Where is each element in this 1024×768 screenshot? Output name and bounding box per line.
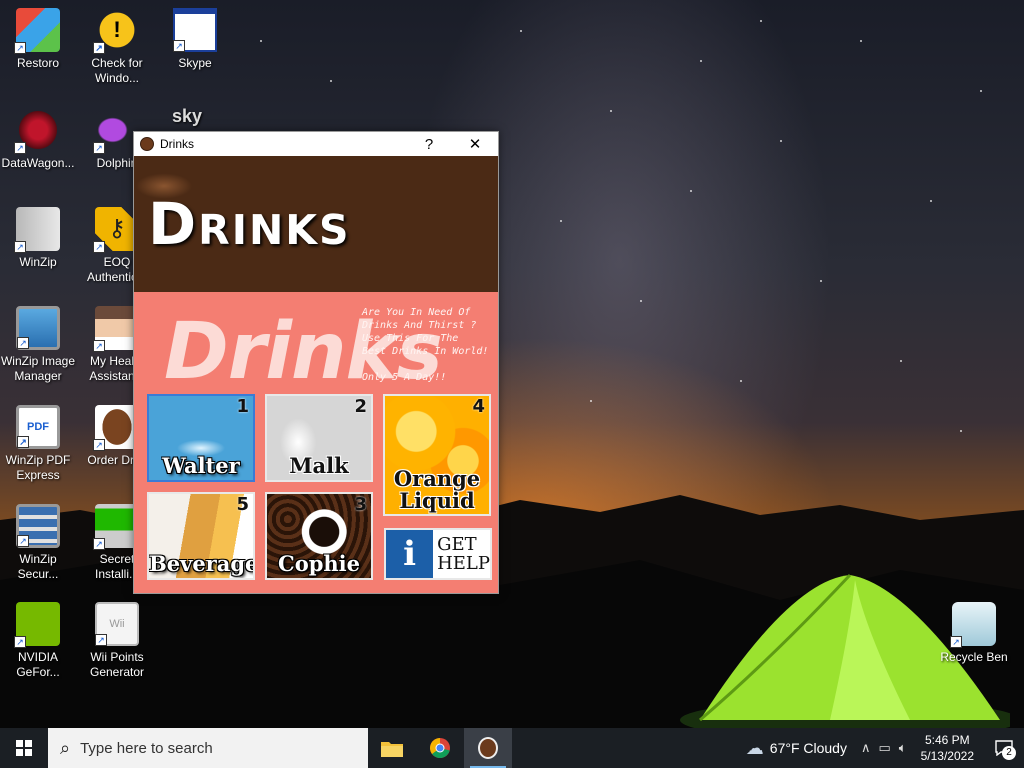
- tile-label: Beverage: [149, 551, 255, 576]
- taskbar-drinks-app[interactable]: [464, 728, 512, 768]
- desktop-icon-label: Wii Points Generator: [89, 650, 145, 679]
- wii-icon: Wii ↗: [95, 602, 139, 646]
- skype-icon: ↗: [173, 8, 217, 52]
- desktop-icon-wii-points[interactable]: Wii ↗ Wii Points Generator: [79, 602, 155, 680]
- windows-logo-icon: [16, 740, 32, 756]
- winzip-image-icon: ↗: [16, 306, 60, 350]
- notification-center-button[interactable]: 2: [984, 728, 1024, 768]
- desktop-icon-label: WinZip Secur...: [17, 552, 59, 581]
- tile-label: Cophie: [277, 551, 360, 576]
- coffee-bean-icon: [478, 737, 498, 759]
- close-button[interactable]: ✕: [452, 132, 498, 156]
- desktop-icon-label: Check for Windo...: [91, 56, 143, 85]
- clock-date: 5/13/2022: [920, 749, 974, 763]
- notification-badge: 2: [1002, 746, 1016, 760]
- tagline-line: Best Drinks In World!: [362, 346, 489, 357]
- desktop-icon-winzip-secure[interactable]: ↗ WinZip Secur...: [0, 504, 76, 582]
- info-icon: i: [386, 530, 434, 578]
- recycle-bin-icon: ↗: [950, 602, 996, 648]
- datawagon-icon: ↗: [14, 108, 60, 154]
- help-button[interactable]: ?: [406, 132, 452, 156]
- tagline-line: Drinks And Thirst ?: [362, 320, 477, 331]
- volume-icon[interactable]: 🔈︎: [895, 740, 911, 756]
- nvidia-icon: ↗: [14, 602, 60, 648]
- desktop-icon-datawagon[interactable]: ↗ DataWagon...: [0, 108, 76, 171]
- window-title: Drinks: [160, 137, 195, 151]
- tile-number: 1: [236, 396, 249, 417]
- tagline-price: Only 5 A Day!!: [362, 372, 447, 383]
- taskbar-clock[interactable]: 5:46 PM 5/13/2022: [911, 732, 984, 764]
- tile-number: 4: [472, 396, 485, 417]
- desktop-icon-check-windows[interactable]: ! ↗ Check for Windo...: [79, 8, 155, 86]
- get-help-button[interactable]: i GET HELP: [384, 528, 492, 580]
- taskbar-file-explorer[interactable]: [368, 728, 416, 768]
- winzip-pdf-icon: PDF ↗: [16, 405, 60, 449]
- folder-icon: [381, 742, 403, 757]
- weather-widget[interactable]: ☁ 67°F Cloudy: [736, 738, 857, 759]
- drink-tile-malk[interactable]: 2 Malk: [265, 394, 373, 482]
- desktop-icon-label: WinZip: [19, 255, 57, 269]
- tile-label: Malk: [289, 453, 349, 478]
- tagline-line: Are You In Need Of: [362, 307, 471, 318]
- desktop-icon-label: Restoro: [16, 56, 60, 70]
- desktop-icon-label: Skype: [178, 56, 212, 70]
- cloud-icon: ☁: [745, 737, 764, 758]
- desktop-icon-label: WinZip Image Manager: [0, 354, 76, 383]
- drink-tile-walter[interactable]: 1 Walter: [147, 394, 255, 482]
- desktop-icon-label: Dolphin: [96, 156, 138, 170]
- chrome-icon: [430, 738, 450, 759]
- tile-number: 5: [236, 494, 249, 515]
- desktop-icon-label: WinZip PDF Express: [5, 453, 71, 482]
- drink-tile-beverage[interactable]: 5 Beverage: [147, 492, 255, 580]
- desktop-icon-label: DataWagon...: [1, 156, 75, 170]
- drink-tile-orange-liquid[interactable]: 4 Orange Liquid: [383, 394, 491, 516]
- drink-tile-cophie[interactable]: 3 Cophie: [265, 492, 373, 580]
- coffee-beans-banner: Drinks: [134, 156, 498, 292]
- restoro-icon: ↗: [14, 8, 60, 54]
- desktop-icon-winzip-pdf[interactable]: PDF ↗ WinZip PDF Express: [0, 405, 76, 483]
- winzip-icon: ↗: [14, 207, 60, 253]
- taskbar-chrome[interactable]: [416, 728, 464, 768]
- desktop-icon-nvidia[interactable]: ↗ NVIDIA GeFor...: [0, 602, 76, 680]
- drinks-window: Drinks ? ✕ Drinks Drinks Are You In Need…: [133, 131, 499, 594]
- coffee-bean-icon: [140, 137, 154, 151]
- clock-time: 5:46 PM: [924, 733, 970, 747]
- desktop-icon-label: NVIDIA GeFor...: [16, 650, 60, 679]
- chevron-up-icon[interactable]: ∧: [857, 740, 875, 756]
- get-help-line: HELP: [437, 553, 490, 574]
- windows-update-icon: ! ↗: [93, 8, 139, 54]
- winzip-secure-icon: ↗: [16, 504, 60, 548]
- desktop-icon-recycle-bin[interactable]: ↗ Recycle Ben: [936, 602, 1012, 665]
- desktop-icon-skype[interactable]: ↗ Skype: [157, 8, 233, 71]
- get-help-line: GET: [437, 534, 477, 555]
- banner-title: Drinks: [148, 190, 351, 258]
- search-placeholder: Type here to search: [80, 739, 213, 757]
- tile-number: 2: [354, 396, 367, 417]
- tile-label: Orange Liquid: [393, 466, 481, 513]
- taskbar-search-box[interactable]: ⌕ Type here to search: [48, 728, 368, 768]
- desktop-icon-winzip[interactable]: ↗ WinZip: [0, 207, 76, 270]
- tagline: Are You In Need Of Drinks And Thirst ? U…: [362, 306, 497, 384]
- desktop-icon-label: Recycle Ben: [940, 650, 1008, 664]
- taskbar: ⌕ Type here to search ☁ 67°F Cloudy ∧ ▭ …: [0, 728, 1024, 768]
- desktop-icon-restoro[interactable]: ↗ Restoro: [0, 8, 76, 71]
- system-tray: ☁ 67°F Cloudy ∧ ▭ 🔈︎ 5:46 PM 5/13/2022 2: [736, 728, 1024, 768]
- tile-label: Walter: [162, 453, 240, 478]
- get-help-label: GET HELP: [433, 535, 490, 573]
- tile-number: 3: [354, 494, 367, 515]
- tagline-line: Use This For The: [362, 333, 459, 344]
- window-titlebar[interactable]: Drinks ? ✕: [134, 132, 498, 156]
- network-icon[interactable]: ▭: [875, 740, 895, 756]
- search-icon: ⌕: [60, 737, 71, 758]
- sky-logo[interactable]: sky: [172, 106, 202, 127]
- desktop-icon-winzip-image-manager[interactable]: ↗ WinZip Image Manager: [0, 306, 76, 384]
- weather-text: 67°F Cloudy: [769, 740, 847, 756]
- start-button[interactable]: [0, 728, 48, 768]
